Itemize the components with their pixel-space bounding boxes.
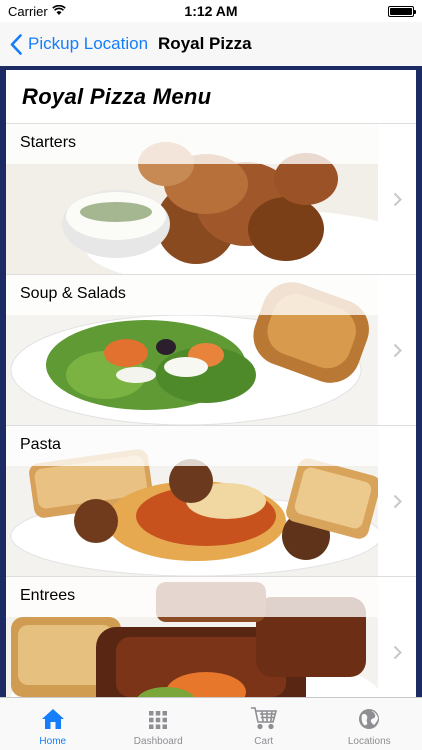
menu-row-entrees[interactable]: Entrees <box>6 577 416 697</box>
nav-title: Royal Pizza <box>158 34 252 53</box>
tab-label: Dashboard <box>133 736 183 747</box>
chevron-right-icon <box>378 124 416 274</box>
entrees-image: Entrees <box>6 577 378 697</box>
chevron-right-icon <box>378 426 416 576</box>
cart-icon <box>250 707 277 730</box>
tab-label: Cart <box>254 736 274 747</box>
tab-bar: Home Dashboard Cart Locations <box>0 697 422 750</box>
tab-locations[interactable]: Locations <box>317 698 422 750</box>
menu-row-starters[interactable]: Starters <box>6 124 416 275</box>
back-button-label: Pickup Location <box>28 34 149 53</box>
content-frame: Royal Pizza Menu Starters Soup & Salads … <box>0 66 422 697</box>
tab-dashboard[interactable]: Dashboard <box>106 698 212 750</box>
chevron-right-icon <box>378 275 416 425</box>
menu-row-soup-salads[interactable]: Soup & Salads <box>6 275 416 426</box>
tab-home[interactable]: Home <box>0 698 106 750</box>
tab-label: Locations <box>347 736 391 747</box>
navigation-bar: Pickup Location Royal Pizza <box>0 22 422 66</box>
tab-cart[interactable]: Cart <box>211 698 317 750</box>
home-icon <box>41 709 64 729</box>
menu-title: Royal Pizza Menu <box>6 70 416 124</box>
soup-salads-image: Soup & Salads <box>6 275 378 425</box>
grid-icon <box>149 711 168 729</box>
status-time: 1:12 AM <box>184 3 238 19</box>
chevron-right-icon <box>378 577 416 697</box>
menu-container: Royal Pizza Menu Starters Soup & Salads … <box>6 70 416 697</box>
menu-row-pasta[interactable]: Pasta <box>6 426 416 577</box>
globe-icon <box>359 709 380 729</box>
pasta-image: Pasta <box>6 426 378 576</box>
battery-icon <box>388 5 416 17</box>
starters-image: Starters <box>6 124 378 274</box>
back-button[interactable]: Pickup Location <box>0 33 149 55</box>
status-bar: Carrier 1:12 AM <box>0 0 422 22</box>
chevron-left-icon <box>10 33 22 55</box>
tab-label: Home <box>39 736 67 747</box>
menu-row-label: Starters <box>6 124 378 164</box>
menu-row-label: Entrees <box>6 577 378 617</box>
menu-row-label: Pasta <box>6 426 378 466</box>
menu-row-label: Soup & Salads <box>6 275 378 315</box>
